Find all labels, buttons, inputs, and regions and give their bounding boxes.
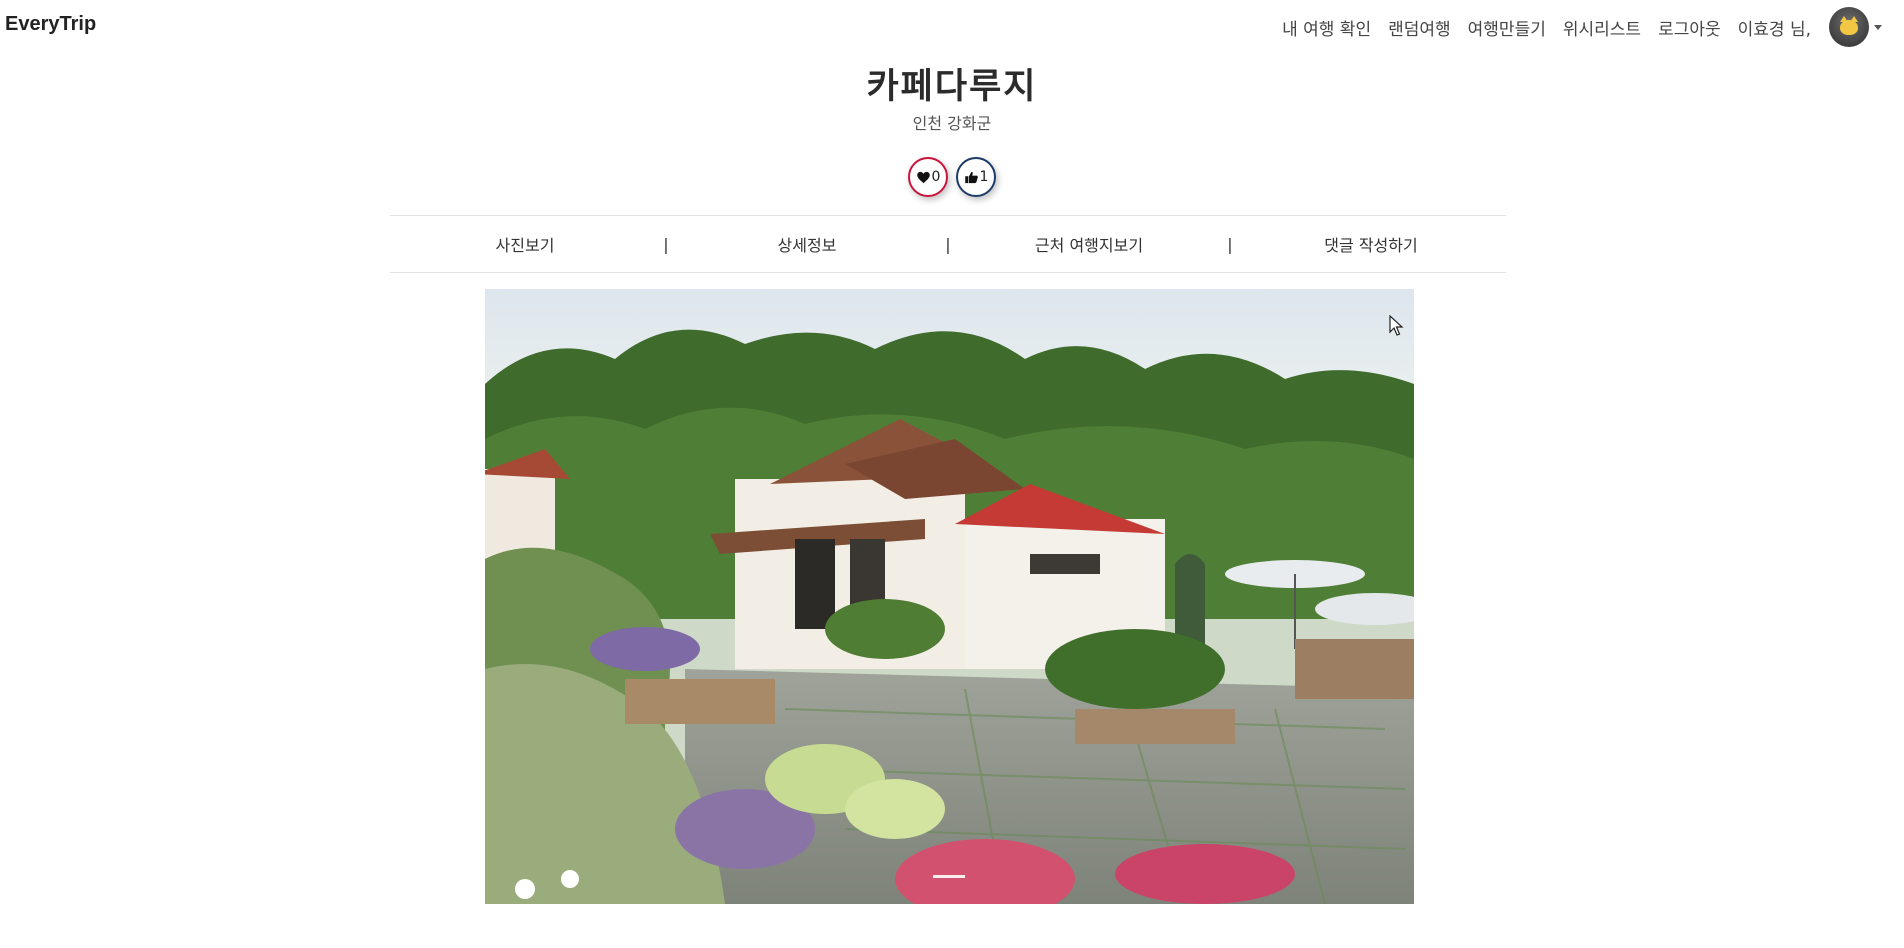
thumbs-up-icon — [964, 171, 978, 183]
top-navbar: EveryTrip 내 여행 확인 랜덤여행 여행만들기 위시리스트 로그아웃 … — [0, 0, 1904, 54]
nav-make-trip[interactable]: 여행만들기 — [1468, 15, 1546, 40]
tab-separator: | — [663, 234, 669, 254]
cat-avatar-icon — [1840, 15, 1858, 35]
detail-tabs: 사진보기 | 상세정보 | 근처 여행지보기 | 댓글 작성하기 — [390, 215, 1506, 273]
heart-icon — [916, 171, 930, 183]
nav-random-trip[interactable]: 랜덤여행 — [1388, 15, 1451, 40]
avatar[interactable] — [1829, 7, 1869, 47]
brand-logo[interactable]: EveryTrip — [5, 13, 96, 36]
page-title: 카페다루지 — [866, 67, 1038, 107]
nav-wishlist[interactable]: 위시리스트 — [1563, 15, 1641, 40]
user-greeting: 이효경 님, — [1737, 19, 1811, 40]
tab-separator: | — [1227, 234, 1233, 254]
carousel-indicator[interactable] — [933, 875, 965, 878]
like-count: 0 — [931, 169, 941, 185]
like-button[interactable]: 0 — [908, 157, 948, 197]
thumbs-up-button[interactable]: 1 — [956, 157, 996, 197]
mouse-cursor-icon — [1389, 315, 1404, 336]
tab-separator: | — [945, 234, 951, 254]
thumbs-up-count: 1 — [979, 169, 989, 185]
place-region: 인천 강화군 — [912, 114, 992, 133]
photo-carousel[interactable] — [485, 289, 1414, 904]
reaction-buttons: 0 1 — [0, 157, 1904, 197]
nav-menu: 내 여행 확인 랜덤여행 여행만들기 위시리스트 로그아웃 이효경 님, — [1265, 0, 1904, 54]
nav-logout[interactable]: 로그아웃 — [1658, 15, 1721, 40]
tab-comments[interactable]: 댓글 작성하기 — [1236, 232, 1506, 256]
nav-my-trips[interactable]: 내 여행 확인 — [1282, 15, 1371, 40]
garden-cafe-photo — [485, 289, 1414, 904]
tab-nearby[interactable]: 근처 여행지보기 — [954, 232, 1224, 256]
tab-details[interactable]: 상세정보 — [672, 232, 942, 256]
tab-photos[interactable]: 사진보기 — [390, 232, 660, 256]
user-menu-toggle[interactable] — [1829, 7, 1882, 47]
chevron-down-icon[interactable] — [1874, 24, 1882, 30]
